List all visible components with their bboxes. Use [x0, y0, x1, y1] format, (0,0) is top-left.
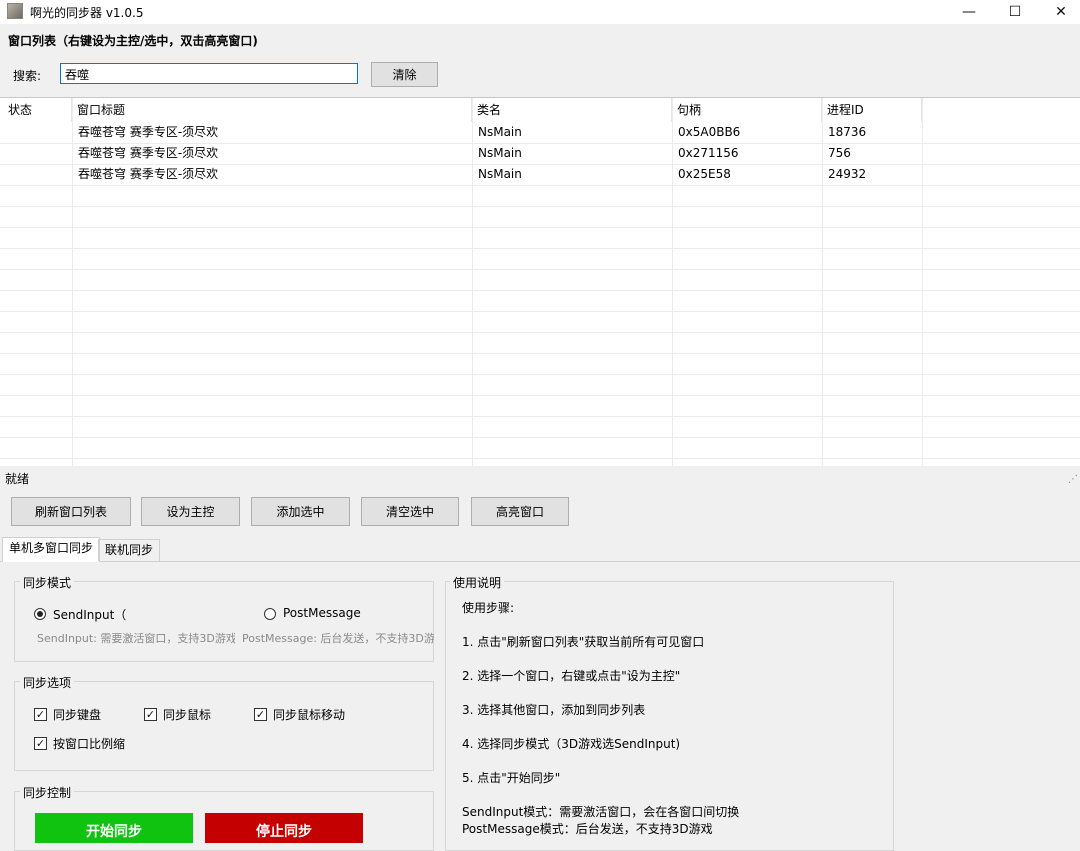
row-divider	[0, 416, 1080, 417]
resize-grip-icon[interactable]: ⋰	[1068, 474, 1078, 485]
clear-selected-button[interactable]: 清空选中	[361, 497, 459, 526]
keyboard-checkbox[interactable]: ✓	[34, 708, 47, 721]
row-title: 吞噬苍穹 赛季专区-须尽欢	[78, 125, 219, 139]
mouse-checkbox[interactable]: ✓	[144, 708, 157, 721]
row-pid: 18736	[828, 125, 867, 139]
tab-network[interactable]: 联机同步	[98, 539, 161, 561]
usage-step-2: 2. 选择一个窗口，右键或点击"设为主控"	[462, 669, 681, 683]
sync-mode-title: 同步模式	[20, 574, 75, 591]
row-divider	[0, 332, 1080, 333]
table-row[interactable]: 吞噬苍穹 赛季专区-须尽欢 NsMain 0x5A0BB6 18736	[0, 122, 1080, 143]
row-title: 吞噬苍穹 赛季专区-须尽欢	[78, 167, 219, 181]
scale-checkbox-label[interactable]: 按窗口比例缩	[53, 735, 125, 752]
radio-postmessage[interactable]	[264, 608, 276, 620]
row-divider	[0, 374, 1080, 375]
row-handle: 0x271156	[678, 146, 739, 160]
scale-checkbox[interactable]: ✓	[34, 737, 47, 750]
usage-step-4: 4. 选择同步模式（3D游戏选SendInput)	[462, 737, 681, 751]
clear-button[interactable]: 清除	[371, 62, 438, 87]
row-title: 吞噬苍穹 赛季专区-须尽欢	[78, 146, 219, 160]
row-class: NsMain	[478, 146, 522, 160]
sendinput-hint: SendInput: 需要激活窗口，支持3D游戏	[37, 632, 235, 645]
search-label: 搜索:	[13, 69, 42, 83]
window-title: 啊光的同步器 v1.0.5	[30, 6, 144, 20]
column-header-handle[interactable]: 句柄	[672, 98, 822, 122]
row-divider	[0, 353, 1080, 354]
usage-title: 使用说明	[450, 574, 505, 591]
column-header-pid[interactable]: 进程ID	[822, 98, 922, 122]
row-divider	[0, 311, 1080, 312]
row-class: NsMain	[478, 167, 522, 181]
sync-control-title: 同步控制	[20, 784, 75, 801]
close-button[interactable]: ✕	[1038, 0, 1080, 24]
maximize-button[interactable]: ☐	[992, 0, 1038, 24]
usage-note-postmessage: PostMessage模式：后台发送，不支持3D游戏	[462, 822, 713, 836]
row-divider	[0, 458, 1080, 459]
row-pid: 24932	[828, 167, 867, 181]
row-handle: 0x25E58	[678, 167, 731, 181]
column-header-class[interactable]: 类名	[472, 98, 672, 122]
postmessage-hint: PostMessage: 后台发送，不支持3D游戏	[242, 632, 434, 645]
window-list-title: 窗口列表（右键设为主控/选中，双击高亮窗口)	[8, 34, 258, 48]
row-status	[0, 164, 72, 185]
table-row[interactable]: 吞噬苍穹 赛季专区-须尽欢 NsMain 0x271156 756	[0, 143, 1080, 164]
usage-note-sendinput: SendInput模式：需要激活窗口，会在各窗口间切换	[462, 805, 740, 819]
set-master-button[interactable]: 设为主控	[141, 497, 240, 526]
column-header-title[interactable]: 窗口标题	[72, 98, 472, 122]
add-selected-button[interactable]: 添加选中	[251, 497, 350, 526]
row-divider	[0, 437, 1080, 438]
radio-sendinput[interactable]	[34, 608, 46, 620]
mouse-move-checkbox-label[interactable]: 同步鼠标移动	[273, 706, 345, 723]
refresh-window-list-button[interactable]: 刷新窗口列表	[11, 497, 131, 526]
row-divider	[0, 290, 1080, 291]
window-table[interactable]: 状态 窗口标题 类名 句柄 进程ID 吞噬苍穹 赛季专区-须尽欢 NsMain …	[0, 97, 1080, 466]
row-class: NsMain	[478, 125, 522, 139]
start-sync-button[interactable]: 开始同步	[35, 813, 193, 843]
row-handle: 0x5A0BB6	[678, 125, 741, 139]
sync-options-title: 同步选项	[20, 674, 75, 691]
radio-sendinput-label[interactable]: SendInput（	[53, 606, 126, 623]
search-input[interactable]: 吞噬	[60, 63, 358, 84]
row-status	[0, 143, 72, 164]
highlight-window-button[interactable]: 高亮窗口	[471, 497, 569, 526]
row-divider	[0, 269, 1080, 270]
row-status	[0, 122, 72, 143]
status-text: 就绪	[5, 472, 30, 486]
minimize-button[interactable]: —	[946, 0, 992, 24]
row-divider	[0, 227, 1080, 228]
row-divider	[0, 395, 1080, 396]
row-pid: 756	[828, 146, 851, 160]
row-divider	[0, 185, 1080, 186]
mouse-checkbox-label[interactable]: 同步鼠标	[163, 706, 211, 723]
usage-step-3: 3. 选择其他窗口，添加到同步列表	[462, 703, 646, 717]
tab-single-machine[interactable]: 单机多窗口同步	[2, 537, 101, 562]
usage-step-1: 1. 点击"刷新窗口列表"获取当前所有可见窗口	[462, 635, 705, 649]
row-divider	[0, 248, 1080, 249]
row-divider	[0, 206, 1080, 207]
keyboard-checkbox-label[interactable]: 同步键盘	[53, 706, 101, 723]
sync-options-group	[14, 681, 434, 771]
mouse-move-checkbox[interactable]: ✓	[254, 708, 267, 721]
radio-postmessage-label[interactable]: PostMessage	[283, 606, 361, 620]
app-icon	[7, 3, 23, 19]
column-header-status[interactable]: 状态	[0, 98, 72, 122]
stop-sync-button[interactable]: 停止同步	[205, 813, 363, 843]
usage-step-5: 5. 点击"开始同步"	[462, 771, 561, 785]
table-row[interactable]: 吞噬苍穹 赛季专区-须尽欢 NsMain 0x25E58 24932	[0, 164, 1080, 185]
title-bar	[0, 0, 1080, 24]
usage-heading: 使用步骤:	[462, 601, 515, 615]
